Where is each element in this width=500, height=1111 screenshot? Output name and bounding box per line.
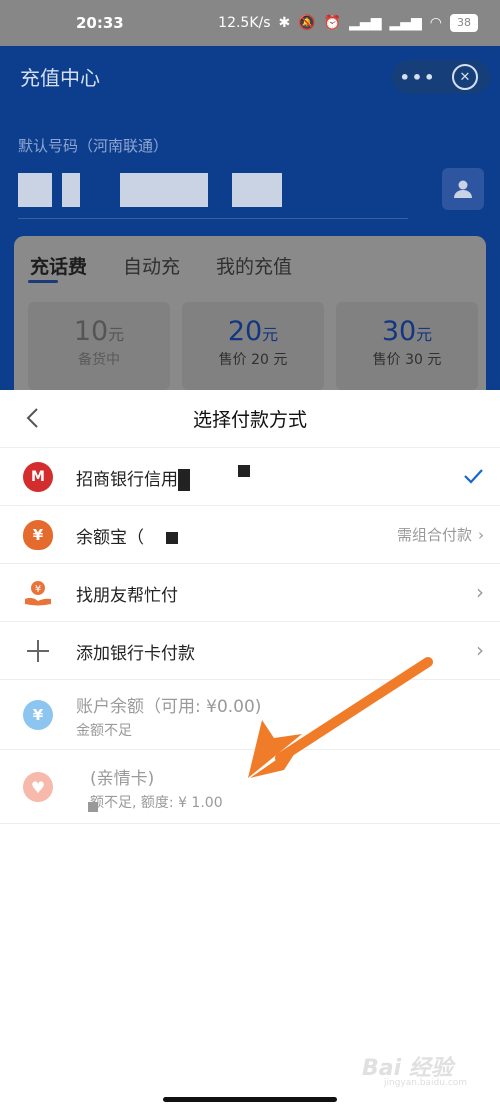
combined-payment-text: 需组合付款 — [396, 526, 472, 544]
cmb-bank-icon: M — [23, 462, 53, 492]
status-bar: 20:33 12.5K/s ✱ 🔕 ⏰ ▂▄▆ ▂▄▆ ◠ 38 — [0, 0, 500, 46]
wifi-icon: ◠ — [429, 15, 442, 31]
status-time: 20:33 — [76, 14, 124, 32]
status-icons: 12.5K/s ✱ 🔕 ⏰ ▂▄▆ ▂▄▆ ◠ 38 — [218, 14, 478, 32]
masked-text — [166, 532, 178, 544]
balance-icon: ¥ — [23, 700, 53, 730]
chevron-right-icon: › — [478, 525, 484, 544]
payment-option-label: 余额宝（ — [76, 523, 178, 548]
masked-digits — [120, 173, 208, 207]
payment-option-add-card[interactable]: 添加银行卡付款 › — [0, 622, 500, 680]
more-button[interactable]: ••• — [392, 68, 444, 87]
svg-text:¥: ¥ — [35, 584, 41, 595]
mute-icon: 🔕 — [298, 15, 316, 31]
amount-price: 售价 20 元 — [218, 352, 288, 368]
active-tab-indicator — [28, 280, 58, 283]
tab-my-recharge[interactable]: 我的充值 — [216, 252, 292, 279]
recharge-card: 充话费 自动充 我的充值 10元 备货中 20元 售价 20 元 30元 售价 … — [14, 236, 486, 390]
tab-phone-bill[interactable]: 充话费 — [30, 252, 87, 279]
payment-option-family-card: ♥ (亲情卡) 额不足, 额度: ¥ 1.00 — [0, 750, 500, 824]
sheet-title: 选择付款方式 — [192, 409, 307, 431]
payment-option-label: 找朋友帮忙付 — [76, 586, 178, 606]
payment-option-label: 账户余额（可用: ¥0.00) — [76, 697, 262, 717]
combined-payment-hint: 需组合付款 › — [397, 524, 484, 545]
insufficient-note: 额不足, 额度: ¥ 1.00 — [90, 795, 223, 811]
mini-program-capsule: ••• ✕ — [392, 60, 490, 94]
insufficient-note: 金额不足 — [76, 723, 132, 739]
close-button[interactable]: ✕ — [452, 64, 478, 90]
icon-wrap: ¥ — [22, 699, 54, 731]
masked-digits — [62, 173, 80, 207]
payment-option-balance: ¥ 账户余额（可用: ¥0.00) 金额不足 — [0, 680, 500, 750]
alarm-icon: ⏰ — [323, 15, 342, 31]
check-icon — [464, 469, 483, 484]
yuebao-icon: ¥ — [23, 520, 53, 550]
icon-wrap — [22, 635, 54, 667]
amount-options: 10元 备货中 20元 售价 20 元 30元 售价 30 元 — [28, 302, 478, 390]
payment-option-cmb-credit[interactable]: M 招商银行信用 — [0, 448, 500, 506]
selected-indicator — [462, 465, 484, 487]
amount-price: 售价 30 元 — [372, 352, 442, 368]
page-title: 充值中心 — [20, 66, 100, 90]
amount-option-10[interactable]: 10元 备货中 — [28, 302, 170, 390]
masked-text — [88, 802, 98, 812]
payment-option-label: 招商银行信用 — [76, 465, 250, 491]
recharge-tabs: 充话费 自动充 我的充值 — [30, 252, 292, 279]
masked-text — [238, 465, 250, 477]
chevron-right-icon: › — [476, 638, 484, 662]
friend-pay-icon: ¥ — [25, 581, 51, 606]
signal-icon: ▂▄▆ — [389, 15, 422, 31]
payment-method-sheet: 选择付款方式 M 招商银行信用 ¥ 余额宝（ 需组合付款 › ¥ 找朋友帮忙付 … — [0, 390, 500, 1111]
icon-wrap: M — [22, 461, 54, 493]
family-card-icon: ♥ — [23, 772, 53, 802]
contact-icon — [454, 180, 472, 198]
back-icon[interactable] — [22, 406, 46, 430]
amount-value: 10元 — [73, 316, 125, 347]
tab-auto-recharge[interactable]: 自动充 — [123, 252, 180, 279]
masked-text — [178, 469, 190, 491]
bluetooth-icon: ✱ — [278, 15, 291, 31]
default-number-label: 默认号码（河南联通） — [18, 137, 169, 155]
phone-number-input[interactable] — [18, 168, 282, 212]
amount-status: 备货中 — [78, 352, 120, 368]
icon-wrap: ♥ — [22, 771, 54, 803]
amount-option-30[interactable]: 30元 售价 30 元 — [336, 302, 478, 390]
amount-value: 20元 — [227, 316, 279, 347]
network-speed: 12.5K/s — [218, 15, 271, 31]
sheet-header: 选择付款方式 — [0, 390, 500, 448]
divider — [18, 218, 408, 219]
icon-wrap: ¥ — [22, 519, 54, 551]
close-icon: ✕ — [459, 69, 471, 85]
signal-icon: ▂▄▆ — [349, 15, 382, 31]
chevron: › — [476, 638, 484, 662]
plus-icon — [27, 640, 49, 662]
chevron-right-icon: › — [476, 580, 484, 604]
masked-digits — [232, 173, 282, 207]
icon-wrap: ¥ — [22, 577, 54, 609]
contact-button[interactable] — [442, 168, 484, 210]
home-indicator[interactable] — [163, 1097, 337, 1102]
amount-value: 30元 — [381, 316, 433, 347]
masked-digits — [18, 173, 52, 207]
payment-option-label: (亲情卡) — [90, 769, 155, 789]
battery-icon: 38 — [450, 14, 478, 32]
payment-option-label: 添加银行卡付款 — [76, 644, 195, 664]
payment-option-yuebao[interactable]: ¥ 余额宝（ 需组合付款 › — [0, 506, 500, 564]
baidu-watermark-url: jingyan.baidu.com — [384, 1078, 468, 1088]
payment-option-friend-pay[interactable]: ¥ 找朋友帮忙付 › — [0, 564, 500, 622]
amount-option-20[interactable]: 20元 售价 20 元 — [182, 302, 324, 390]
chevron: › — [476, 580, 484, 604]
